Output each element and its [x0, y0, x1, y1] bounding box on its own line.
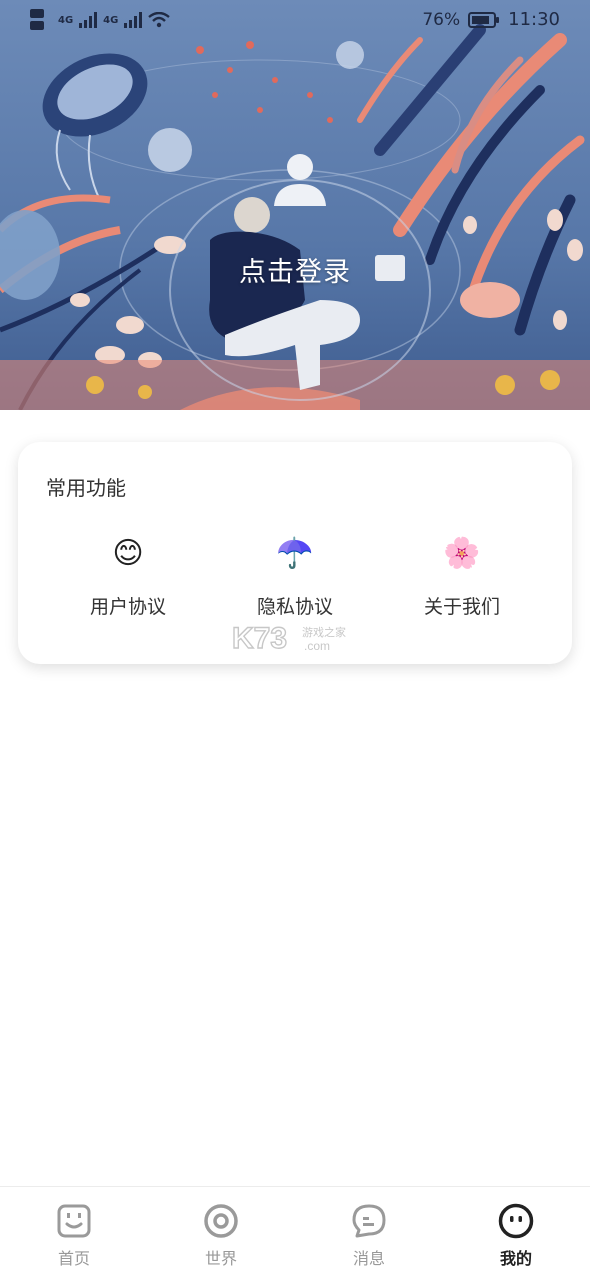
signal-icon [79, 12, 98, 28]
header-illustration[interactable]: 4G 4G 76% 11:30 点击登录 [0, 0, 590, 410]
watermark-brand: K73 [232, 622, 287, 655]
wifi-icon [148, 12, 171, 28]
k73-watermark-logo: K73 游戏之家 .com [232, 621, 346, 655]
signal-icon-2 [124, 12, 143, 28]
tab-world-label: 世界 [204, 1249, 237, 1268]
about-us-item[interactable]: 🌸 关于我们 [382, 534, 542, 619]
battery-icon [468, 11, 500, 28]
privacy-policy-label: 隐私协议 [256, 596, 333, 618]
watermark-sub: 游戏之家 [302, 625, 346, 639]
umbrella-icon: ☂️ [276, 536, 314, 571]
tab-home[interactable]: 首页 [24, 1203, 124, 1269]
tab-messages-label: 消息 [352, 1249, 385, 1268]
tab-mine-label: 我的 [499, 1249, 532, 1268]
watermark-domain: .com [304, 639, 330, 653]
tab-home-label: 首页 [57, 1249, 90, 1268]
world-ring-icon [204, 1204, 238, 1238]
blossom-icon: 🌸 [443, 536, 481, 571]
card-title: 常用功能 [46, 476, 126, 500]
home-face-icon [57, 1204, 91, 1238]
status-bar: 4G 4G 76% 11:30 [0, 0, 590, 42]
message-bubble-icon [352, 1204, 386, 1238]
status-right-group: 76% 11:30 [422, 9, 560, 30]
tab-messages[interactable]: 消息 [319, 1203, 419, 1269]
user-silhouette-icon[interactable] [270, 150, 330, 210]
status-time: 11:30 [508, 9, 560, 30]
tab-world[interactable]: 世界 [171, 1203, 271, 1269]
profile-face-icon [498, 1203, 534, 1239]
bottom-tab-bar: 首页 世界 消息 我的 [0, 1186, 590, 1278]
about-us-label: 关于我们 [423, 596, 500, 618]
battery-percent: 76% [422, 9, 461, 30]
status-left-group: 4G 4G [30, 8, 171, 32]
login-link[interactable]: 点击登录 [0, 250, 590, 289]
user-agreement-item[interactable]: 😊 用户协议 [48, 534, 208, 619]
network-type-left: 4G [58, 14, 74, 26]
network-type-right: 4G [103, 14, 119, 26]
hd-icon [30, 9, 44, 30]
smile-icon: 😊 [112, 536, 144, 571]
privacy-policy-item[interactable]: ☂️ 隐私协议 [215, 534, 375, 619]
tab-mine[interactable]: 我的 [466, 1203, 566, 1269]
user-agreement-label: 用户协议 [89, 596, 166, 618]
